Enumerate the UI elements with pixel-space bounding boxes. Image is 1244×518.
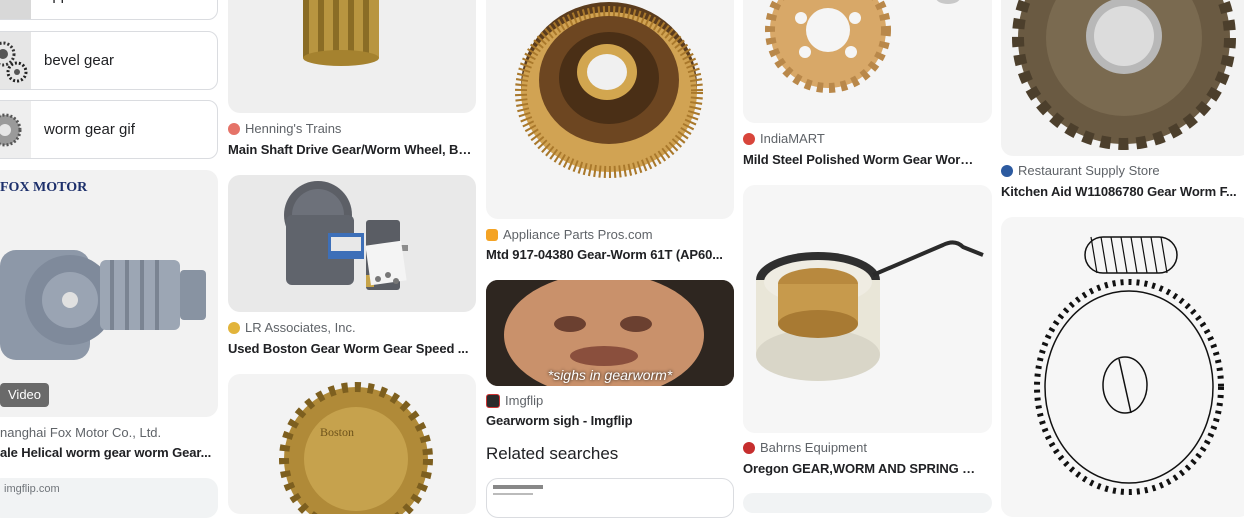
chip-thumbnail — [0, 32, 31, 89]
image-result-brass-spur-gear[interactable] — [743, 0, 992, 123]
result-source-label: Restaurant Supply Store — [1018, 163, 1160, 178]
related-chip-bevel-gear[interactable]: bevel gear — [0, 31, 218, 90]
related-chip-application[interactable]: application — [0, 0, 218, 20]
result-source: Imgflip — [486, 393, 543, 408]
result-title[interactable]: ale Helical worm gear worm Gear... — [0, 445, 215, 460]
image-result-brass-worm-wheel[interactable]: Boston — [228, 374, 476, 514]
worm-gear-61t-image — [515, 2, 703, 178]
result-title[interactable]: Gearworm sigh - Imgflip — [486, 413, 731, 428]
result-title[interactable]: Kitchen Aid W11086780 Gear Worm F... — [1001, 184, 1244, 199]
result-source: Henning's Trains — [228, 121, 341, 136]
chip-thumbnail — [0, 101, 31, 158]
fox-motor-logo: FOX MOTOR — [0, 180, 87, 196]
imgflip-favicon — [486, 393, 500, 408]
result-source-label: Henning's Trains — [245, 121, 342, 136]
worm-gear-icon — [0, 101, 31, 158]
lr-associates-favicon — [228, 321, 240, 334]
image-result-fox-motor[interactable]: FOX MOTOR Video — [0, 170, 218, 417]
bevel-gear-icon — [0, 32, 31, 89]
image-result-gearworm-meme[interactable]: *sighs in gearworm* — [486, 280, 734, 386]
related-searches-heading: Related searches — [486, 444, 619, 463]
related-search-card[interactable] — [486, 478, 734, 518]
gear-motor-image — [0, 250, 206, 360]
image-result-boston-gear[interactable] — [228, 175, 476, 312]
result-source-label: IndiaMART — [760, 131, 825, 146]
result-source-label: Appliance Parts Pros.com — [503, 227, 653, 242]
image-result-kitchenaid-gear[interactable] — [1001, 0, 1244, 156]
fox-motor-logo-text: FOX MOTOR — [0, 180, 88, 195]
bahrns-equipment-favicon — [743, 441, 755, 454]
related-search-thumbnail-line — [493, 493, 533, 495]
chip-label: application — [44, 0, 116, 4]
brass-spur-gear-image — [765, 0, 960, 93]
worm-gear-line-drawing — [1034, 236, 1224, 495]
result-source-label: LR Associates, Inc. — [245, 320, 356, 335]
image-result-partial[interactable] — [743, 493, 992, 513]
image-result-worm-gear-61t[interactable] — [486, 0, 734, 219]
result-source: LR Associates, Inc. — [228, 320, 356, 335]
chip-label: worm gear gif — [44, 121, 135, 138]
brass-gear-image — [303, 0, 379, 66]
result-source: Appliance Parts Pros.com — [486, 227, 653, 242]
result-source-label: Imgflip — [505, 393, 544, 408]
related-search-thumbnail — [493, 485, 543, 489]
result-source: nanghai Fox Motor Co., Ltd. — [0, 425, 161, 440]
indiamart-favicon — [743, 132, 755, 145]
result-source-label: imgflip.com — [4, 483, 60, 495]
restaurant-supply-store-favicon — [1001, 164, 1013, 177]
result-source: IndiaMART — [743, 131, 825, 146]
image-result-brass-gear[interactable] — [228, 0, 476, 113]
worm-gear-spring-image — [756, 240, 984, 381]
result-source: Bahrns Equipment — [743, 440, 867, 455]
brass-worm-wheel-image: Boston — [279, 382, 433, 514]
result-title[interactable]: Used Boston Gear Worm Gear Speed ... — [228, 341, 473, 356]
result-title[interactable]: Oregon GEAR,WORM AND SPRING FO... — [743, 461, 983, 476]
kitchenaid-worm-gear-image — [1012, 0, 1236, 150]
image-result-oregon-worm-gear[interactable] — [743, 185, 992, 433]
appliance-parts-pros-favicon — [486, 228, 498, 241]
hennings-trains-favicon — [228, 122, 240, 135]
result-title[interactable]: Mild Steel Polished Worm Gear Worm ... — [743, 152, 983, 167]
result-source-label: nanghai Fox Motor Co., Ltd. — [0, 425, 162, 440]
chip-label: bevel gear — [44, 52, 115, 69]
result-source: Restaurant Supply Store — [1001, 163, 1160, 178]
image-result-worm-gear-drawing[interactable] — [1001, 217, 1244, 517]
speed-reducer-image — [284, 181, 408, 290]
result-source: imgflip.com — [4, 483, 60, 495]
chip-thumbnail — [0, 0, 31, 19]
svg-text:Boston: Boston — [320, 425, 354, 439]
related-chip-worm-gear-gif[interactable]: worm gear gif — [0, 100, 218, 159]
video-badge: Video — [0, 383, 50, 407]
meme-caption: *sighs in gearworm* — [547, 367, 673, 383]
result-source-label: Bahrns Equipment — [760, 440, 867, 455]
result-title[interactable]: Main Shaft Drive Gear/Worm Wheel, Br... — [228, 142, 473, 157]
result-title[interactable]: Mtd 917-04380 Gear-Worm 61T (AP60... — [486, 247, 731, 262]
